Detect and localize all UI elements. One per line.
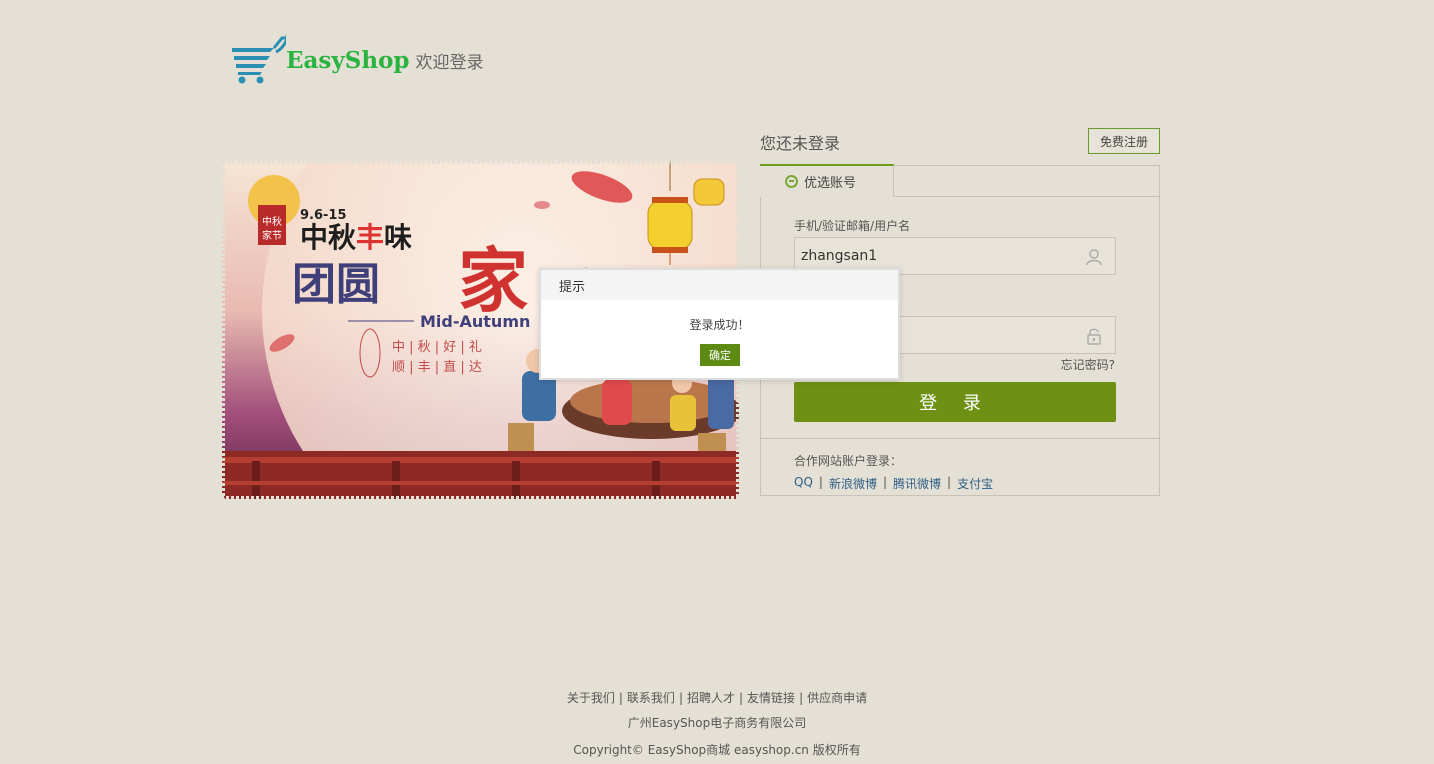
footer-link-friends[interactable]: 友情链接	[747, 691, 795, 705]
alipay-login-link[interactable]: 支付宝	[957, 475, 993, 492]
tab-preferred-account[interactable]: 优选账号	[760, 164, 894, 197]
banner-english: Mid-Autumn	[420, 312, 530, 331]
tencent-weibo-login-link[interactable]: 腾讯微博	[893, 475, 941, 492]
section-divider	[761, 438, 1159, 439]
footer-copyright: Copyright© EasyShop商城 easyshop.cn 版权所有	[573, 743, 861, 757]
qq-login-link[interactable]: QQ	[794, 475, 813, 492]
welcome-text: 欢迎登录	[415, 52, 484, 73]
dialog-title: 提示	[541, 270, 898, 300]
cart-icon	[230, 32, 289, 88]
svg-text:家节: 家节	[262, 229, 282, 242]
username-label: 手机/验证邮箱/用户名	[794, 219, 911, 233]
user-icon	[1086, 249, 1102, 266]
footer-link-about[interactable]: 关于我们	[567, 691, 615, 705]
login-button[interactable]: 登 录	[794, 382, 1116, 422]
alert-dialog: 提示 登录成功！ 确定	[539, 268, 900, 380]
brand-name: EasyShop	[286, 46, 410, 74]
banner-subhead-emphasis: 家	[458, 239, 528, 322]
partner-login-label: 合作网站账户登录：	[794, 454, 903, 468]
sina-weibo-login-link[interactable]: 新浪微博	[829, 475, 877, 492]
dialog-ok-button[interactable]: 确定	[700, 344, 740, 366]
site-logo[interactable]: EasyShop 欢迎登录	[230, 32, 484, 88]
partner-login-links: QQ | 新浪微博 | 腾讯微博 | 支付宝	[794, 475, 994, 492]
dialog-message: 登录成功！	[689, 318, 750, 332]
banner-headline: 中秋丰味	[300, 221, 412, 254]
footer-link-supplier[interactable]: 供应商申请	[807, 691, 867, 705]
banner-line-2: 顺 | 丰 | 直 | 达	[392, 360, 482, 375]
banner-line-1: 中 | 秋 | 好 | 礼	[392, 339, 482, 355]
login-header: 您还未登录 免费注册	[760, 128, 1160, 154]
banner-seal-text: 中秋	[262, 215, 282, 228]
not-logged-in-text: 您还未登录	[760, 134, 841, 153]
footer-company: 广州EasyShop电子商务有限公司	[627, 716, 807, 730]
footer-link-contact[interactable]: 联系我们	[627, 691, 675, 705]
tab-label: 优选账号	[804, 176, 857, 191]
footer-links: 关于我们 | 联系我们 | 招聘人才 | 友情链接 | 供应商申请	[566, 691, 868, 705]
footer-link-careers[interactable]: 招聘人才	[687, 691, 735, 705]
register-button[interactable]: 免费注册	[1088, 128, 1160, 154]
lock-icon	[1087, 328, 1101, 345]
account-tab-icon	[785, 175, 798, 188]
banner-subhead: 团圆	[292, 259, 380, 310]
tab-divider	[894, 196, 1159, 197]
forgot-password-link[interactable]: 忘记密码?	[1061, 356, 1115, 373]
